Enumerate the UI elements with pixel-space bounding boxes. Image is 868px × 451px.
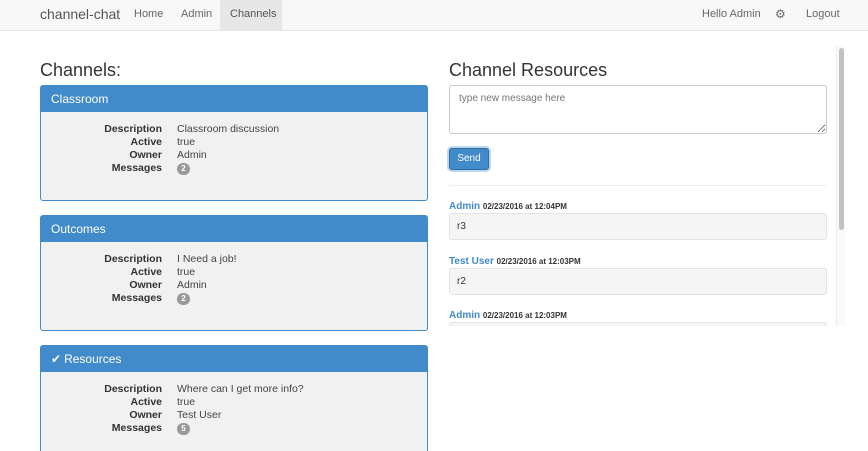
description-value: I Need a job! <box>177 253 237 265</box>
messages-count-badge: 5 <box>177 423 190 435</box>
top-navbar: channel-chat Home Admin Channels Hello A… <box>0 0 868 31</box>
message-bubble <box>449 322 827 326</box>
message-bubble: r3 <box>449 213 827 240</box>
channels-heading: Channels: <box>40 60 122 80</box>
description-label: Description <box>104 253 162 265</box>
message-author[interactable]: Admin <box>449 201 480 212</box>
message-list-clip <box>449 322 827 326</box>
message-time: 02/23/2016 at 12:04PM <box>482 202 567 211</box>
owner-label: Owner <box>129 149 162 161</box>
brand-link[interactable]: channel-chat <box>40 0 120 31</box>
message-scrollbar[interactable] <box>836 46 845 326</box>
message-author[interactable]: Admin <box>449 310 480 321</box>
send-button[interactable]: Send <box>449 148 489 170</box>
nav-channels[interactable]: Channels <box>220 0 282 31</box>
active-label: Active <box>130 266 162 278</box>
channel-title-label: Resources <box>64 352 122 366</box>
message-meta: Admin 02/23/2016 at 12:03PM <box>449 310 567 322</box>
owner-value: Admin <box>177 279 207 291</box>
description-value: Classroom discussion <box>177 123 280 135</box>
channel-panel-outcomes[interactable]: Outcomes Description I Need a job! Active… <box>40 215 428 331</box>
active-label: Active <box>130 136 162 148</box>
channel-title[interactable]: ✔ Resources <box>41 346 427 372</box>
owner-label: Owner <box>129 409 162 421</box>
messages-label: Messages <box>111 292 162 304</box>
description-label: Description <box>104 123 162 135</box>
gear-icon[interactable]: ⚙ <box>775 0 786 31</box>
greeting-link[interactable]: Hello Admin <box>692 0 771 31</box>
description-label: Description <box>104 383 162 395</box>
message-input[interactable] <box>449 85 827 134</box>
message-time: 02/23/2016 at 12:03PM <box>496 257 581 266</box>
owner-value: Admin <box>177 149 207 161</box>
channel-panel-classroom[interactable]: Classroom Description Classroom discussio… <box>40 85 428 201</box>
active-value: true <box>177 136 196 148</box>
message-time: 02/23/2016 at 12:03PM <box>482 311 567 320</box>
channel-title[interactable]: Outcomes <box>41 216 427 242</box>
message-meta: Test User 02/23/2016 at 12:03PM <box>449 256 581 268</box>
scrollbar-thumb[interactable] <box>839 48 844 230</box>
messages-label: Messages <box>111 162 162 174</box>
messages-count-badge: 2 <box>177 293 190 305</box>
message-meta: Admin 02/23/2016 at 12:04PM <box>449 201 567 213</box>
logout-link[interactable]: Logout <box>796 0 850 31</box>
nav-admin[interactable]: Admin <box>171 0 222 31</box>
messages-count-badge: 2 <box>177 163 190 175</box>
nav-home[interactable]: Home <box>124 0 173 31</box>
active-label: Active <box>130 396 162 408</box>
active-value: true <box>177 266 196 278</box>
channel-panel-resources[interactable]: ✔ Resources Description Where can I get mo… <box>40 345 428 451</box>
active-value: true <box>177 396 196 408</box>
owner-label: Owner <box>129 279 162 291</box>
resources-heading: Channel Resources <box>449 60 608 80</box>
message-author[interactable]: Test User <box>449 256 494 267</box>
message-bubble: r2 <box>449 268 827 295</box>
description-value: Where can I get more info? <box>177 383 304 395</box>
channel-title[interactable]: Classroom <box>41 86 427 112</box>
check-icon: ✔ <box>51 352 62 366</box>
messages-label: Messages <box>111 422 162 434</box>
divider <box>449 185 827 186</box>
owner-value: Test User <box>177 409 222 421</box>
